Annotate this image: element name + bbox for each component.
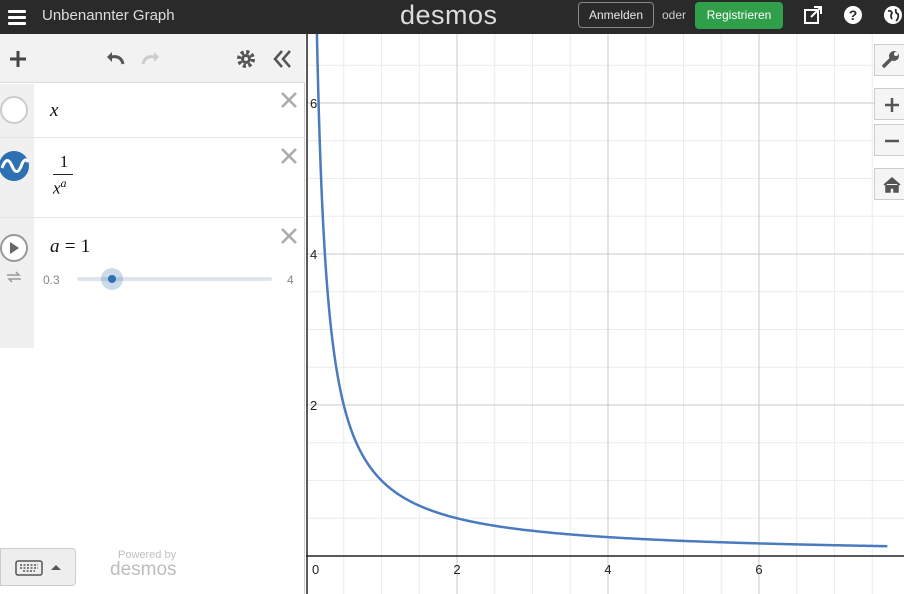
- keyboard-icon: [15, 560, 61, 576]
- collapse-panel-icon[interactable]: [270, 46, 296, 72]
- share-icon[interactable]: [802, 4, 824, 26]
- expression-tab: [0, 218, 34, 348]
- expression-row-2[interactable]: 1 xa: [0, 138, 305, 218]
- home-icon: [883, 177, 901, 193]
- delete-icon[interactable]: [279, 146, 299, 166]
- play-icon[interactable]: [0, 218, 34, 298]
- menu-icon[interactable]: [6, 6, 28, 28]
- slider-handle[interactable]: [108, 275, 116, 283]
- fraction-bar: [53, 174, 73, 175]
- zoom-in-button[interactable]: [874, 88, 904, 120]
- expression-panel: x 1 xa a = 1 Powered by desmos: [0, 34, 305, 594]
- slider-min-label[interactable]: 0.3: [43, 273, 60, 287]
- expression-tab: [0, 84, 34, 137]
- slider-max-label[interactable]: 4: [287, 273, 294, 287]
- y-tick-label: 6: [310, 96, 317, 111]
- globe-icon[interactable]: [882, 4, 904, 26]
- graph-settings-button[interactable]: [874, 44, 904, 76]
- powered-by-logo: desmos: [110, 559, 177, 580]
- graph-canvas[interactable]: 0 2 4 6 2 4 6: [306, 34, 904, 594]
- x-tick-label: 6: [755, 562, 762, 577]
- expression-row-1[interactable]: x: [0, 84, 305, 138]
- denominator-exponent: a: [60, 176, 67, 190]
- plus-icon: [885, 98, 899, 112]
- expression-text[interactable]: x: [50, 100, 58, 122]
- login-button[interactable]: Anmelden: [578, 2, 654, 28]
- y-tick-label: 4: [310, 247, 317, 262]
- home-button[interactable]: [874, 168, 904, 200]
- graph-title[interactable]: Unbenannter Graph: [42, 7, 175, 24]
- signup-button[interactable]: Registrieren: [695, 2, 783, 29]
- expression-tab: [0, 138, 34, 217]
- slider-equation[interactable]: a = 1: [50, 236, 90, 258]
- undo-icon[interactable]: [101, 46, 127, 72]
- help-icon[interactable]: ?: [842, 4, 864, 26]
- keyboard-toggle-button[interactable]: [0, 548, 76, 586]
- graph-plot[interactable]: 0 2 4 6 2 4 6: [306, 34, 904, 594]
- svg-text:?: ?: [849, 7, 858, 23]
- loop-icon[interactable]: [4, 270, 24, 284]
- equals-sign: =: [64, 236, 76, 257]
- or-label: oder: [662, 8, 687, 22]
- redo-icon[interactable]: [139, 46, 165, 72]
- x-tick-label: 2: [453, 562, 460, 577]
- fraction-denominator[interactable]: xa: [53, 176, 67, 199]
- expression-toolbar: [0, 34, 305, 83]
- wrench-icon: [881, 51, 899, 69]
- y-tick-label: 2: [310, 398, 317, 413]
- delete-icon[interactable]: [279, 226, 299, 246]
- denominator-base: x: [53, 178, 61, 198]
- x-tick-label: 4: [604, 562, 611, 577]
- slider-value: 1: [80, 236, 91, 257]
- x-tick-label: 0: [312, 562, 319, 577]
- add-expression-icon[interactable]: [5, 46, 31, 72]
- wave-icon[interactable]: [0, 138, 34, 218]
- top-bar: Unbenannter Graph desmos Anmelden oder R…: [0, 0, 904, 34]
- desmos-logo: desmos: [400, 0, 498, 30]
- zoom-out-button[interactable]: [874, 124, 904, 156]
- delete-icon[interactable]: [279, 90, 299, 110]
- empty-circle-icon[interactable]: [0, 84, 34, 138]
- minus-icon: [885, 139, 899, 143]
- curve-1-over-x-to-a: [315, 34, 888, 548]
- slider-variable: a: [50, 236, 60, 257]
- settings-gear-icon[interactable]: [233, 46, 259, 72]
- fraction-numerator[interactable]: 1: [53, 152, 75, 172]
